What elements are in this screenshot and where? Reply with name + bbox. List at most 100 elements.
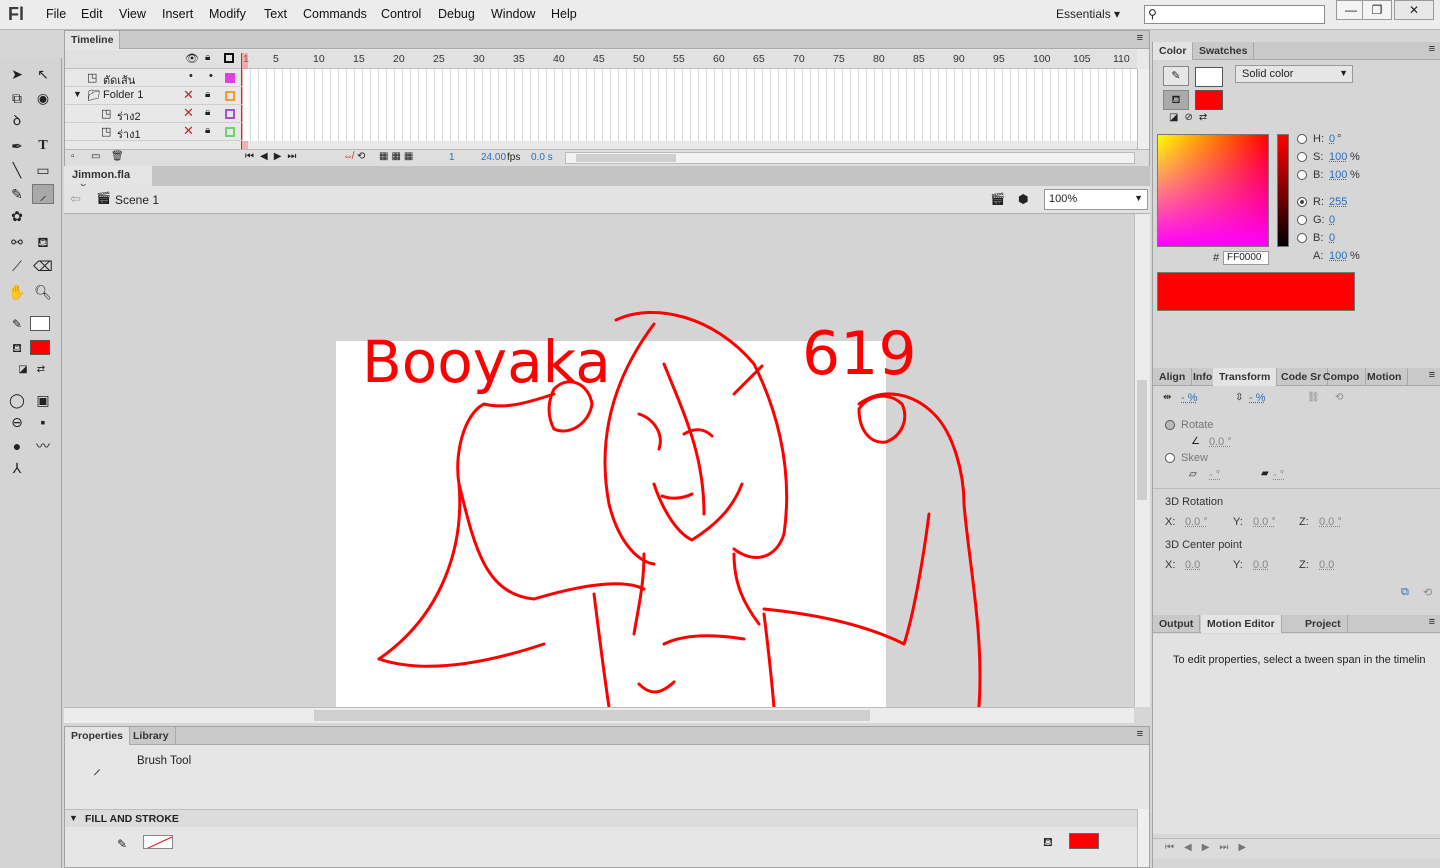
document-tab[interactable]: Jimmon.fla ×	[64, 166, 152, 186]
cy-value[interactable]: 0.0	[1253, 559, 1268, 571]
menu-view[interactable]: View	[119, 7, 146, 21]
hidden-x-icon[interactable]: ✕	[183, 105, 194, 121]
panel-menu-icon[interactable]: ≡	[1429, 616, 1435, 628]
skew-v-value[interactable]: - °	[1273, 469, 1284, 481]
tab-motion[interactable]: Motion	[1361, 368, 1408, 386]
menu-file[interactable]: File	[46, 7, 66, 21]
tab-project[interactable]: Project	[1299, 615, 1348, 633]
eyedropper-tool-icon[interactable]: ⟋	[6, 256, 28, 276]
pen-tool-icon[interactable]: ✒	[6, 136, 28, 156]
menu-debug[interactable]: Debug	[438, 7, 475, 21]
color-picker-field[interactable]	[1157, 134, 1269, 247]
layer-outline-color[interactable]	[225, 109, 235, 119]
zoom-tool-icon[interactable]: 🔍︎	[32, 282, 54, 302]
scroll-thumb[interactable]	[314, 710, 870, 721]
frame-cells[interactable]	[243, 87, 1137, 105]
edit-symbol-icon[interactable]: ⬢	[1018, 192, 1028, 206]
r-radio[interactable]	[1297, 197, 1307, 207]
new-layer-icon[interactable]: ▫	[71, 151, 75, 162]
visible-dot[interactable]: •	[189, 70, 193, 82]
constrain-icon[interactable]: ⛓	[1307, 392, 1320, 403]
object-drawing-icon[interactable]: ◯	[6, 390, 28, 410]
reset-icon[interactable]: ⟲	[1335, 392, 1343, 403]
layer-row[interactable]: ◳ ตัดเส้น • •	[65, 69, 1137, 87]
menu-insert[interactable]: Insert	[162, 7, 193, 21]
timeline-vscroll[interactable]	[1137, 69, 1149, 149]
line-tool-icon[interactable]: ╲	[6, 160, 28, 180]
brush-tool-icon[interactable]: ⸝	[32, 184, 54, 204]
cz-value[interactable]: 0.0	[1319, 559, 1334, 571]
layer-outline-color[interactable]	[225, 91, 235, 101]
timeline-hscroll[interactable]	[565, 152, 1135, 164]
stroke-color-swatch[interactable]	[1195, 67, 1223, 87]
properties-vscroll[interactable]	[1137, 809, 1149, 867]
expand-icon[interactable]: ▼	[73, 89, 82, 99]
text-tool-icon[interactable]: T	[32, 136, 54, 156]
zoom-select[interactable]: 100% ▼	[1044, 189, 1148, 210]
eraser-tool-icon[interactable]: ⌫	[32, 256, 54, 276]
new-folder-icon[interactable]: ▭	[91, 151, 100, 162]
color-type-select[interactable]: Solid color ▼	[1235, 65, 1353, 83]
back-arrow-icon[interactable]: ⇦	[70, 191, 81, 207]
tab-motion-editor[interactable]: Motion Editor	[1201, 615, 1282, 633]
width-percent[interactable]: - %	[1181, 392, 1198, 404]
fill-stroke-header[interactable]: ▼ FILL AND STROKE	[65, 809, 1137, 827]
scroll-thumb[interactable]	[1137, 380, 1147, 500]
stage-vscroll[interactable]	[1134, 214, 1150, 707]
outline-icon[interactable]	[224, 53, 234, 63]
center-frame-icon[interactable]: ⇎	[343, 151, 353, 162]
menu-control[interactable]: Control	[381, 7, 421, 21]
h-radio[interactable]	[1297, 134, 1307, 144]
folder-row[interactable]: ▼ 📁︎ Folder 1 ✕ 🔒︎	[65, 87, 1137, 105]
lock-icon[interactable]: 🔒︎	[205, 125, 210, 136]
rot-y-value[interactable]: 0.0 °	[1253, 516, 1276, 528]
s-value[interactable]: 100	[1329, 151, 1347, 163]
rotate-value[interactable]: 0.0 °	[1209, 436, 1232, 448]
restore-button[interactable]: ❐	[1362, 0, 1392, 20]
layer-outline-color[interactable]	[225, 73, 235, 83]
menu-modify[interactable]: Modify	[209, 7, 246, 21]
frame-cells[interactable]	[243, 105, 1137, 123]
tab-transform[interactable]: Transform	[1213, 368, 1277, 386]
tab-timeline[interactable]: Timeline	[65, 31, 120, 49]
menu-commands[interactable]: Commands	[303, 7, 367, 21]
deco-tool-icon[interactable]: ✿	[6, 206, 28, 226]
swap-colors-icon[interactable]: ⇄	[30, 360, 52, 380]
menu-edit[interactable]: Edit	[81, 7, 103, 21]
lock-dot[interactable]: •	[209, 70, 213, 82]
rectangle-tool-icon[interactable]: ▭	[32, 160, 54, 180]
pressure-icon[interactable]: ⅄	[6, 458, 28, 478]
fill-bucket-icon[interactable]: ⛾	[1163, 90, 1189, 110]
skew-radio[interactable]	[1165, 453, 1175, 463]
edit-scene-icon[interactable]: 🎬︎	[990, 192, 1005, 206]
s-radio[interactable]	[1297, 152, 1307, 162]
elapsed-time[interactable]: 0.0 s	[531, 152, 553, 163]
layer-outline-color[interactable]	[225, 127, 235, 137]
loop-icon[interactable]: ⟲	[357, 151, 365, 162]
menu-help[interactable]: Help	[551, 7, 577, 21]
stroke-none-swatch[interactable]	[143, 835, 173, 849]
brightness-slider[interactable]	[1277, 134, 1289, 247]
layer-row[interactable]: ◳ ร่าง1 ✕ 🔒︎	[65, 123, 1137, 141]
close-button[interactable]: ✕	[1394, 0, 1434, 20]
playback-controls-icon[interactable]: ⏮◀▶⏭▶	[1165, 842, 1256, 853]
hex-input[interactable]: FF0000	[1223, 251, 1269, 265]
free-transform-tool-icon[interactable]: ⧉	[6, 88, 28, 108]
stroke-pencil-icon[interactable]: ✎	[1163, 66, 1189, 86]
frame-cells[interactable]	[243, 123, 1137, 141]
panel-menu-icon[interactable]: ≡	[1137, 728, 1143, 740]
fill-color-swatch[interactable]	[30, 340, 50, 355]
lock-icon[interactable]: 🔒︎	[205, 107, 210, 118]
fill-color-swatch[interactable]	[1069, 833, 1099, 849]
onion-skin-icon[interactable]: ▦▦▦	[379, 151, 416, 162]
lock-icon[interactable]: 🔒︎	[205, 52, 210, 63]
subselection-tool-icon[interactable]: ↖	[32, 64, 54, 84]
tab-output[interactable]: Output	[1153, 615, 1200, 633]
lock-fill-icon[interactable]: ▣	[32, 390, 54, 410]
panel-menu-icon[interactable]: ≡	[1429, 369, 1435, 381]
height-percent[interactable]: - %	[1249, 392, 1266, 404]
hidden-x-icon[interactable]: ✕	[183, 87, 194, 103]
skew-h-value[interactable]: - °	[1209, 469, 1220, 481]
smoothing-icon[interactable]: 〰	[32, 436, 54, 456]
lock-icon[interactable]: 🔒︎	[205, 89, 210, 100]
